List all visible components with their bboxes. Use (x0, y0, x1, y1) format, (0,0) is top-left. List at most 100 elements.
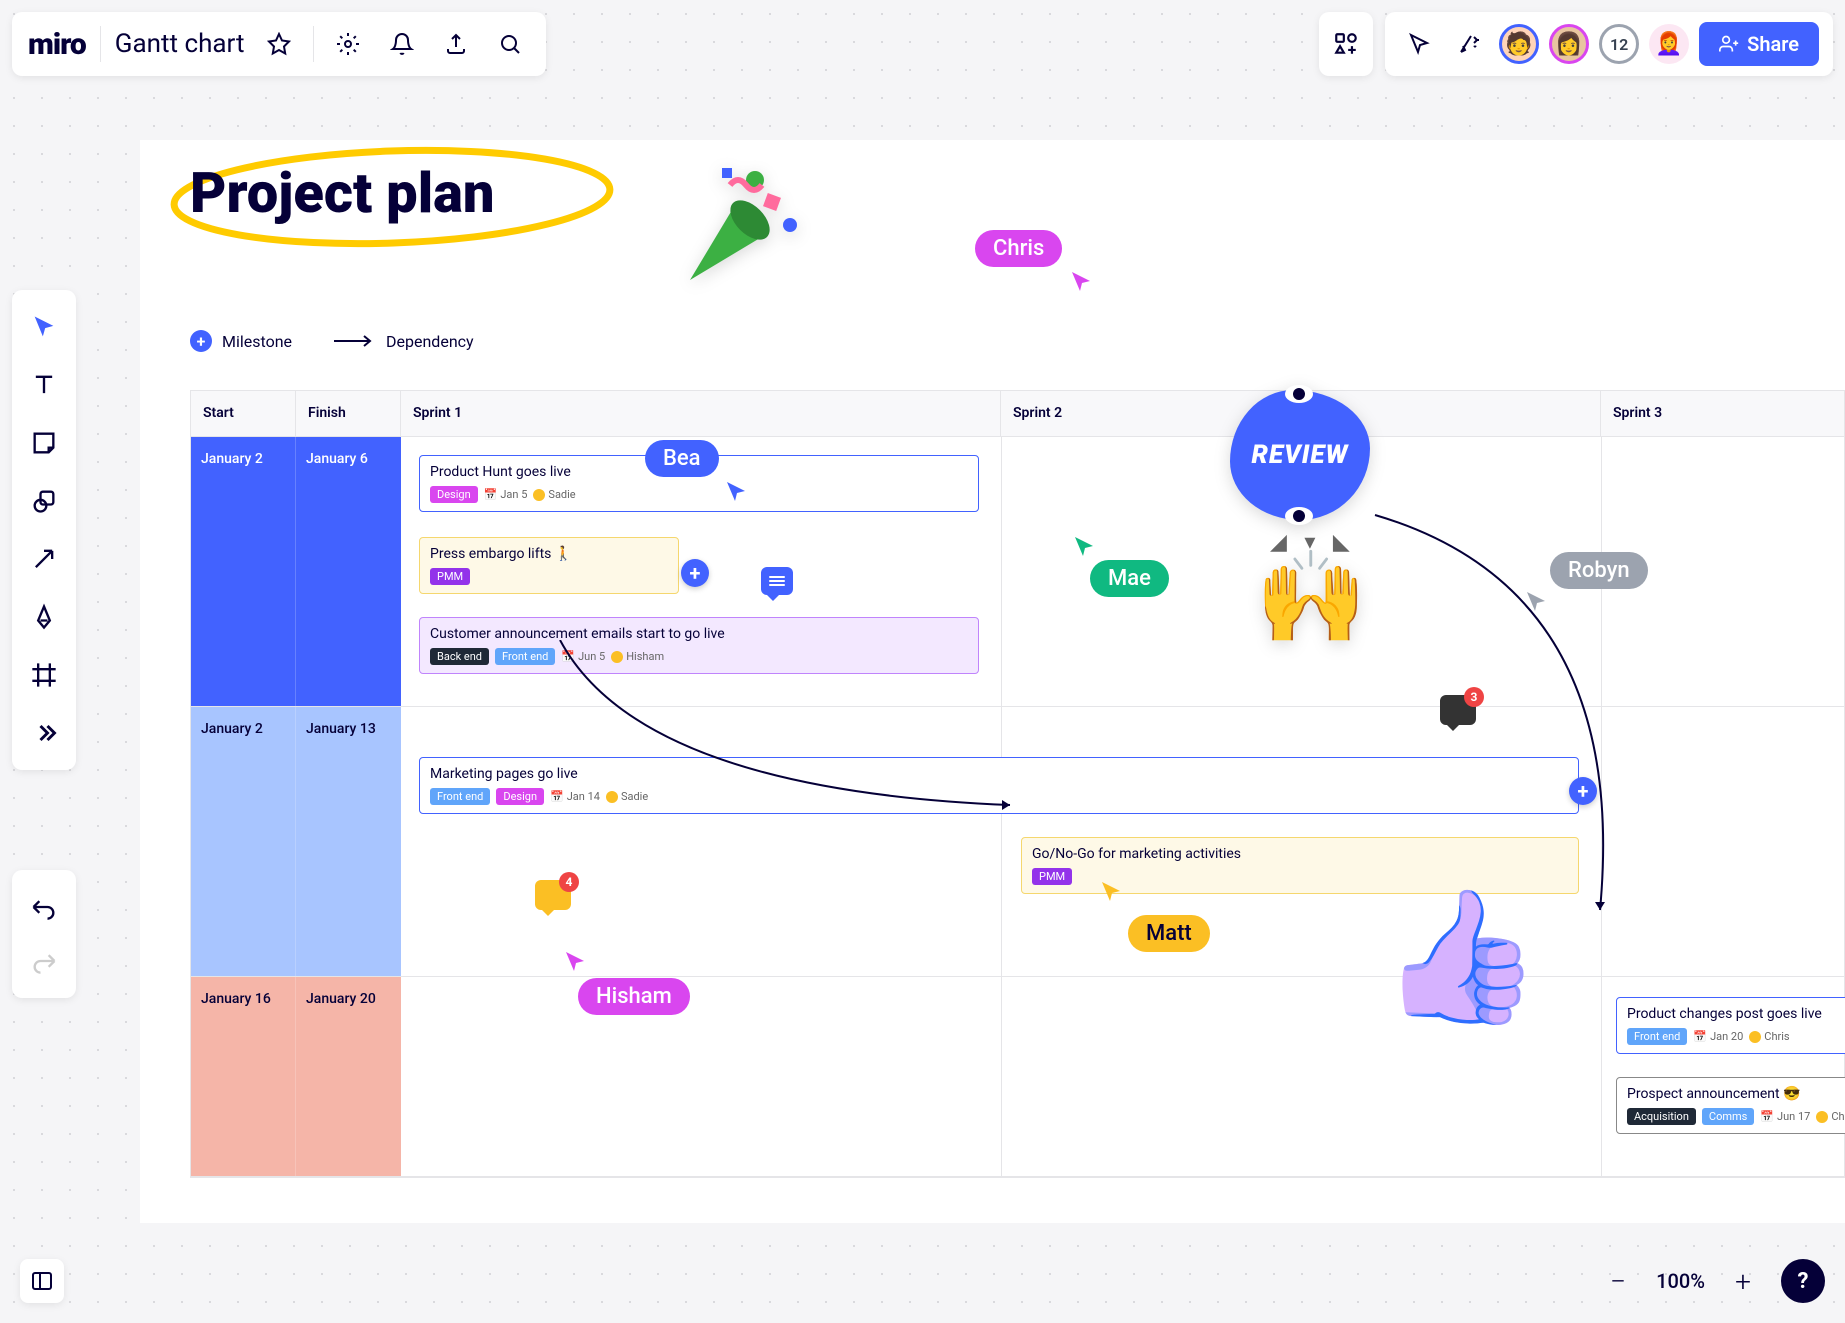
board-title[interactable]: Gantt chart (115, 29, 245, 59)
cursor-pointer-icon (1525, 590, 1549, 614)
task-title: Product changes post goes live (1627, 1006, 1845, 1022)
panel-toggle-button[interactable] (20, 1259, 64, 1303)
comment-count-badge: 3 (1464, 687, 1484, 707)
help-button[interactable]: ? (1781, 1259, 1825, 1303)
add-milestone-button[interactable]: + (681, 559, 709, 587)
collaboration-bar: 🧑 👩 12 👩‍🦰 Share (1385, 12, 1833, 76)
task-date: 📅 Jan 20 (1693, 1030, 1743, 1043)
task-assignee: Hisham (611, 650, 664, 663)
task-tag: Design (496, 788, 544, 805)
dependency-icon (332, 334, 376, 348)
row-finish-date: January 20 (296, 977, 401, 1176)
avatar-user-1[interactable]: 🧑 (1499, 24, 1539, 64)
task-tag: PMM (430, 568, 470, 585)
task-title: Go/No-Go for marketing activities (1032, 846, 1568, 862)
row-finish-date: January 13 (296, 707, 401, 976)
gantt-chart[interactable]: Start Finish Sprint 1 Sprint 2 Sprint 3 … (190, 390, 1845, 1178)
shape-tool[interactable] (20, 474, 68, 528)
divider (100, 26, 101, 62)
task-date: 📅 Jun 5 (561, 650, 605, 663)
task-tag: Comms (1702, 1108, 1754, 1125)
review-sticker[interactable]: REVIEW (1230, 390, 1370, 520)
task-card[interactable]: Press embargo lifts 🚶 PMM (419, 537, 679, 594)
raising-hands-sticker[interactable]: 🙌 (1255, 545, 1367, 650)
comment-icon[interactable]: 4 (535, 880, 571, 910)
avatar-user-2[interactable]: 👩 (1549, 24, 1589, 64)
task-card[interactable]: Product changes post goes live Front end… (1616, 997, 1845, 1054)
text-tool[interactable] (20, 358, 68, 412)
share-label: Share (1747, 32, 1799, 56)
zoom-in-button[interactable]: + (1721, 1259, 1765, 1303)
task-tag: Front end (430, 788, 490, 805)
undo-button[interactable] (20, 880, 68, 934)
task-card[interactable]: Customer announcement emails start to go… (419, 617, 979, 674)
task-title: Customer announcement emails start to go… (430, 626, 968, 642)
cursor-label-matt: Matt (1128, 915, 1210, 952)
avatar-overflow[interactable]: 12 (1599, 24, 1639, 64)
undo-redo-bar (12, 870, 76, 998)
comment-count-badge: 4 (559, 872, 579, 892)
search-icon[interactable] (490, 24, 530, 64)
col-finish: Finish (296, 391, 401, 436)
task-card[interactable]: Marketing pages go live Front end Design… (419, 757, 1579, 814)
milestone-icon: + (190, 330, 212, 352)
task-assignee: Sadie (606, 790, 648, 803)
task-tag: Design (430, 486, 478, 503)
task-card[interactable]: Prospect announcement 😎 Acquisition Comm… (1616, 1077, 1845, 1134)
row-start-date: January 2 (191, 437, 296, 706)
chat-icon[interactable] (761, 567, 793, 595)
legend: + Milestone Dependency (190, 330, 474, 352)
party-popper-sticker[interactable] (660, 150, 810, 300)
miro-logo[interactable]: miro (28, 27, 86, 62)
sprint-divider (1601, 707, 1602, 976)
comment-icon[interactable]: 3 (1440, 695, 1476, 725)
tools-toolbar (12, 290, 76, 770)
col-sprint-1: Sprint 1 (401, 391, 1001, 436)
star-icon[interactable] (259, 24, 299, 64)
add-milestone-button[interactable]: + (1569, 777, 1597, 805)
avatar-current-user[interactable]: 👩‍🦰 (1649, 24, 1689, 64)
task-assignee: Chris (1816, 1110, 1845, 1123)
cursor-pointer-icon (564, 950, 588, 974)
reactions-icon[interactable] (1449, 24, 1489, 64)
task-tag: Back end (430, 648, 489, 665)
export-icon[interactable] (436, 24, 476, 64)
cursor-label-bea: Bea (645, 440, 719, 477)
zoom-level[interactable]: 100% (1656, 1269, 1705, 1293)
top-left-toolbar: miro Gantt chart (12, 12, 546, 76)
sticky-note-tool[interactable] (20, 416, 68, 470)
row-start-date: January 2 (191, 707, 296, 976)
zoom-out-button[interactable]: − (1596, 1259, 1640, 1303)
task-title: Marketing pages go live (430, 766, 1568, 782)
legend-milestone-label: Milestone (222, 332, 292, 351)
row-start-date: January 16 (191, 977, 296, 1176)
cursor-pointer-icon (1100, 880, 1124, 904)
redo-button[interactable] (20, 934, 68, 988)
col-sprint-3: Sprint 3 (1601, 391, 1845, 436)
task-assignee: Chris (1749, 1030, 1789, 1043)
frame-tool[interactable] (20, 648, 68, 702)
task-assignee: Sadie (533, 488, 575, 501)
cursor-label-hisham: Hisham (578, 978, 690, 1015)
task-date: 📅 Jan 14 (550, 790, 600, 803)
thumbs-up-sticker[interactable]: 👍 (1380, 880, 1542, 1033)
more-tools[interactable] (20, 706, 68, 760)
project-title[interactable]: Project plan (190, 160, 494, 226)
task-title: Press embargo lifts 🚶 (430, 546, 668, 562)
task-date: 📅 Jun 17 (1760, 1110, 1810, 1123)
board-canvas[interactable]: Project plan + Milestone Dependency Star… (140, 140, 1845, 1223)
select-tool[interactable] (20, 300, 68, 354)
share-button[interactable]: Share (1699, 22, 1819, 66)
cursor-icon[interactable] (1399, 24, 1439, 64)
gantt-row: January 2 January 13 Marketing pages go … (191, 707, 1844, 977)
top-right-toolbar: 🧑 👩 12 👩‍🦰 Share (1319, 12, 1833, 76)
gantt-header: Start Finish Sprint 1 Sprint 2 Sprint 3 (191, 391, 1844, 437)
bell-icon[interactable] (382, 24, 422, 64)
task-tag: Front end (495, 648, 555, 665)
arrow-tool[interactable] (20, 532, 68, 586)
pen-tool[interactable] (20, 590, 68, 644)
apps-button[interactable] (1319, 12, 1373, 76)
sprint-divider (1601, 977, 1602, 1176)
settings-icon[interactable] (328, 24, 368, 64)
task-tag: Front end (1627, 1028, 1687, 1045)
